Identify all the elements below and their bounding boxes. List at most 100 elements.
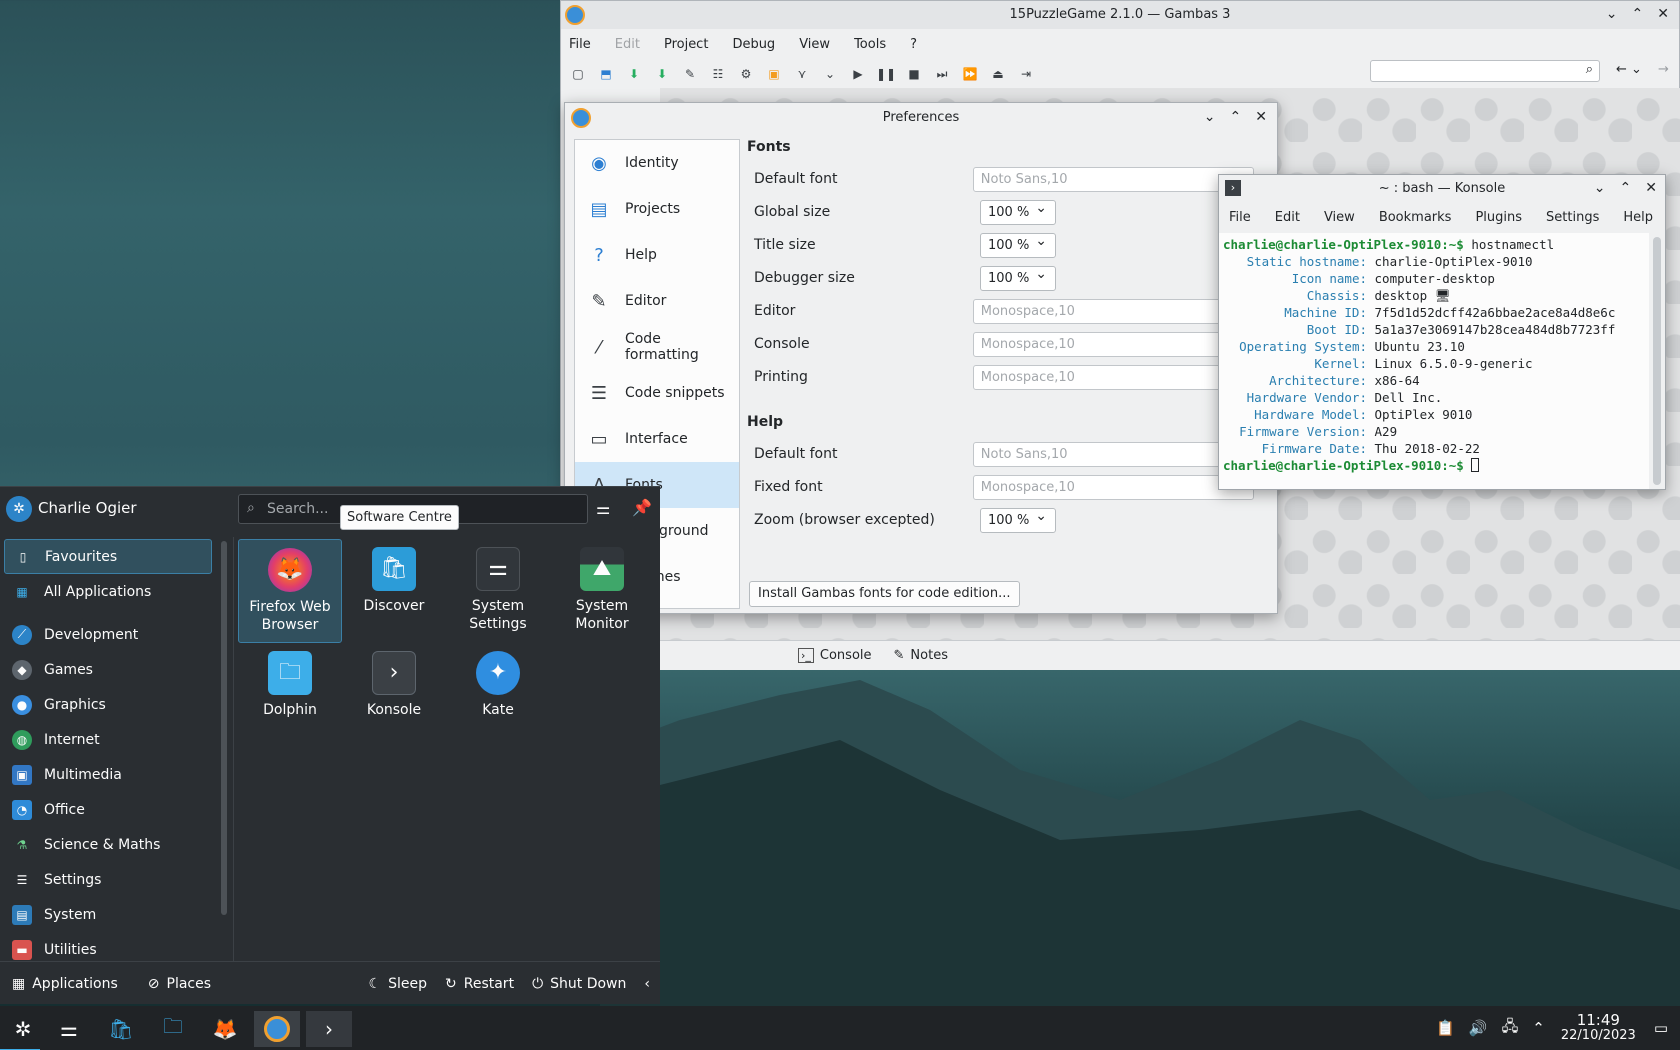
stop-icon[interactable]: ■ bbox=[905, 65, 923, 83]
category-games[interactable]: ◆ Games bbox=[4, 652, 212, 687]
sleep-button[interactable]: ☾ Sleep bbox=[369, 976, 427, 992]
places-tab[interactable]: ⊘ Places bbox=[148, 976, 211, 992]
menu-file[interactable]: File bbox=[569, 37, 591, 52]
sidebar-item-code-formatting[interactable]: ⁄ Code formatting bbox=[575, 324, 739, 370]
category-science-maths[interactable]: ⚗ Science & Maths bbox=[4, 827, 212, 862]
app-firefox[interactable]: 🦊 Firefox Web Browser bbox=[238, 539, 342, 643]
edit-icon[interactable]: ✎ bbox=[681, 65, 699, 83]
category-office[interactable]: ◔ Office bbox=[4, 792, 212, 827]
task-konsole[interactable]: › bbox=[306, 1011, 352, 1047]
close-icon[interactable]: ✕ bbox=[1657, 6, 1669, 22]
task-firefox[interactable]: 🦊 bbox=[202, 1011, 248, 1047]
category-system[interactable]: ▤ System bbox=[4, 897, 212, 932]
restart-button[interactable]: ↻ Restart bbox=[445, 976, 514, 992]
settings-icon[interactable]: ⚙ bbox=[737, 65, 755, 83]
app-dolphin[interactable]: 🗀 Dolphin bbox=[238, 643, 342, 747]
properties-icon[interactable]: ☷ bbox=[709, 65, 727, 83]
konsole-menu-settings[interactable]: Settings bbox=[1546, 210, 1599, 225]
minimize-icon[interactable]: ⌄ bbox=[1594, 180, 1606, 196]
app-konsole[interactable]: › Konsole bbox=[342, 643, 446, 747]
default-font-field[interactable]: Noto Sans,10 bbox=[972, 166, 1254, 192]
sidebar-item-editor[interactable]: ✎ Editor bbox=[575, 278, 739, 324]
tab-console[interactable]: ›_ Console bbox=[798, 647, 872, 663]
app-launcher-button[interactable]: ✲ bbox=[0, 1011, 46, 1050]
category-settings[interactable]: ☰ Settings bbox=[4, 862, 212, 897]
menu-edit[interactable]: Edit bbox=[615, 37, 640, 52]
task-dolphin[interactable]: 🗀 bbox=[150, 1011, 196, 1047]
maximize-icon[interactable]: ⌃ bbox=[1230, 109, 1242, 125]
category-internet[interactable]: ◍ Internet bbox=[4, 722, 212, 757]
show-desktop-icon[interactable]: ▭ bbox=[1654, 1019, 1668, 1037]
tab-notes[interactable]: ✎ Notes bbox=[894, 648, 948, 663]
sidebar-item-projects[interactable]: ▤ Projects bbox=[575, 186, 739, 232]
title-size-combo[interactable]: 100 % bbox=[980, 232, 1056, 258]
close-icon[interactable]: ✕ bbox=[1255, 109, 1267, 125]
comment-icon[interactable]: ▣ bbox=[765, 65, 783, 83]
task-discover[interactable]: 🛍 bbox=[98, 1011, 144, 1047]
console-font-field[interactable]: Monospace,10 bbox=[972, 331, 1254, 357]
konsole-menu-file[interactable]: File bbox=[1229, 210, 1251, 225]
forward-icon[interactable]: ⏩ bbox=[961, 65, 979, 83]
volume-icon[interactable]: 🔊 bbox=[1469, 1019, 1488, 1037]
fixed-font-field[interactable]: Monospace,10 bbox=[972, 474, 1254, 500]
menu-tools[interactable]: Tools bbox=[854, 37, 886, 52]
terminal-output[interactable]: charlie@charlie-OptiPlex-9010:~$ hostnam… bbox=[1219, 233, 1649, 489]
clipboard-icon[interactable]: 📋 bbox=[1436, 1019, 1455, 1037]
new-file-icon[interactable]: ▢ bbox=[569, 65, 587, 83]
menu-project[interactable]: Project bbox=[664, 37, 708, 52]
menu-debug[interactable]: Debug bbox=[732, 37, 775, 52]
terminal-scrollbar[interactable] bbox=[1653, 237, 1661, 485]
konsole-menu-view[interactable]: View bbox=[1324, 210, 1355, 225]
category-scrollbar[interactable] bbox=[221, 541, 227, 915]
debugger-size-combo[interactable]: 100 % bbox=[980, 265, 1056, 291]
sidebar-item-identity[interactable]: ◉ Identity bbox=[575, 140, 739, 186]
category-all-applications[interactable]: ▦ All Applications bbox=[4, 574, 212, 609]
step-over-icon[interactable]: ⇥ bbox=[1017, 65, 1035, 83]
editor-font-field[interactable]: Monospace,10 bbox=[972, 298, 1254, 324]
pin-icon[interactable]: 📌 bbox=[632, 498, 652, 517]
maximize-icon[interactable]: ⌃ bbox=[1620, 180, 1632, 196]
applications-tab[interactable]: ▦ Applications bbox=[12, 976, 118, 992]
sidebar-item-help[interactable]: ? Help bbox=[575, 232, 739, 278]
konsole-menu-bookmarks[interactable]: Bookmarks bbox=[1379, 210, 1452, 225]
step-icon[interactable]: ⏭ bbox=[933, 65, 951, 83]
open-project-icon[interactable]: ⬒ bbox=[597, 65, 615, 83]
printing-font-field[interactable]: Monospace,10 bbox=[972, 364, 1254, 390]
konsole-menu-help[interactable]: Help bbox=[1623, 210, 1653, 225]
nav-forward-icon[interactable]: → bbox=[1658, 62, 1669, 77]
task-gambas[interactable] bbox=[254, 1011, 300, 1047]
app-system-monitor[interactable]: ⛰ System Monitor bbox=[550, 539, 654, 643]
run-icon[interactable]: ▶ bbox=[849, 65, 867, 83]
sidebar-item-interface[interactable]: ▭ Interface bbox=[575, 416, 739, 462]
merge-icon[interactable]: ⋎ bbox=[793, 65, 811, 83]
save-icon[interactable]: ⬇ bbox=[625, 65, 643, 83]
configure-icon[interactable]: ⚌ bbox=[596, 499, 610, 518]
category-graphics[interactable]: ● Graphics bbox=[4, 687, 212, 722]
pause-icon[interactable]: ❚❚ bbox=[876, 65, 896, 83]
help-default-font-field[interactable]: Noto Sans,10 bbox=[972, 441, 1254, 467]
network-icon[interactable]: 🖧 bbox=[1502, 1016, 1519, 1041]
app-system-settings[interactable]: ⚌ System Settings bbox=[446, 539, 550, 643]
save-all-icon[interactable]: ⬇ bbox=[653, 65, 671, 83]
app-kate[interactable]: ✦ Kate bbox=[446, 643, 550, 747]
menu-help[interactable]: ? bbox=[910, 37, 917, 52]
sidebar-item-code-snippets[interactable]: ☰ Code snippets bbox=[575, 370, 739, 416]
global-size-combo[interactable]: 100 % bbox=[980, 199, 1056, 225]
close-icon[interactable]: ✕ bbox=[1645, 180, 1657, 196]
konsole-menu-edit[interactable]: Edit bbox=[1275, 210, 1300, 225]
zoom-combo[interactable]: 100 % bbox=[980, 507, 1056, 533]
shutdown-button[interactable]: ⏻ Shut Down bbox=[532, 976, 626, 992]
minimize-icon[interactable]: ⌄ bbox=[1204, 109, 1216, 125]
avatar[interactable]: ✲ bbox=[6, 496, 32, 522]
tray-expand-icon[interactable]: ⌃ bbox=[1532, 1019, 1545, 1037]
app-discover[interactable]: 🛍 Discover bbox=[342, 539, 446, 643]
toolbar-search-input[interactable]: ⌕ bbox=[1370, 60, 1600, 82]
maximize-icon[interactable]: ⌃ bbox=[1632, 6, 1644, 22]
category-development[interactable]: ⟋ Development bbox=[4, 617, 212, 652]
minimize-icon[interactable]: ⌄ bbox=[1606, 6, 1618, 22]
konsole-menu-plugins[interactable]: Plugins bbox=[1475, 210, 1522, 225]
collapse-icon[interactable]: ⌄ bbox=[821, 65, 839, 83]
leave-button[interactable]: ‹ bbox=[644, 976, 650, 992]
category-multimedia[interactable]: ▣ Multimedia bbox=[4, 757, 212, 792]
eject-icon[interactable]: ⏏ bbox=[989, 65, 1007, 83]
